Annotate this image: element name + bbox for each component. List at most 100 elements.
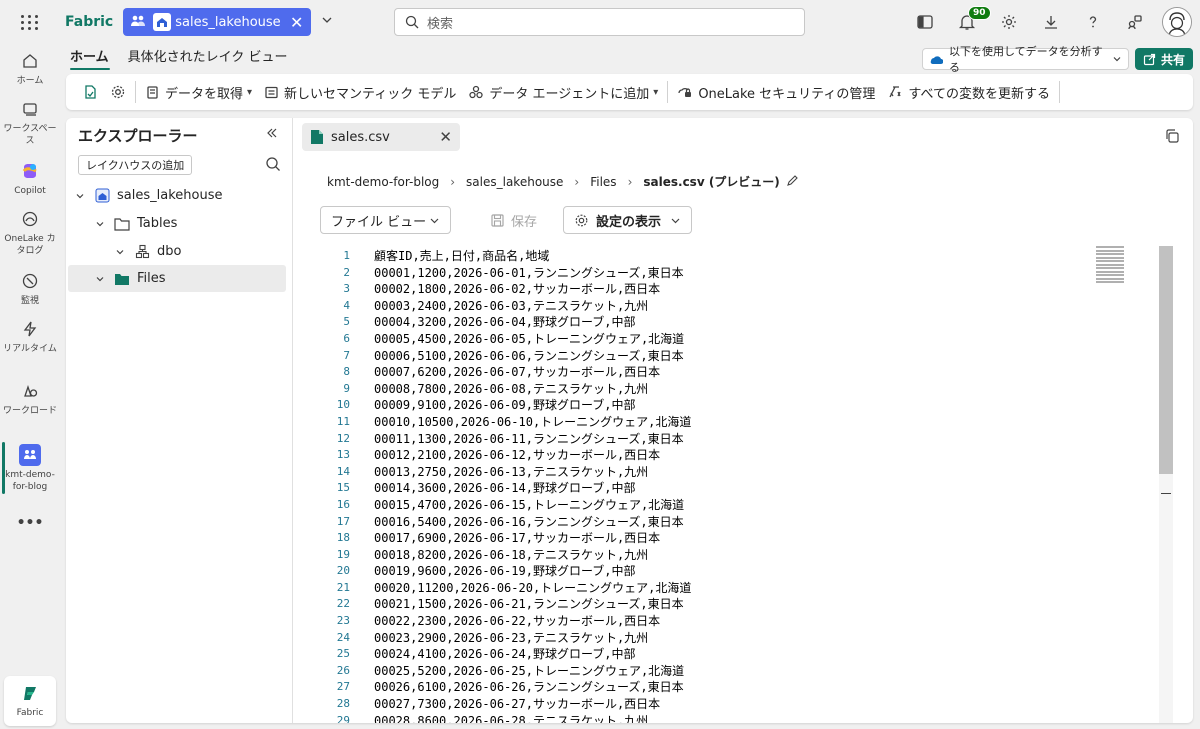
rail-item-onelake-catalog[interactable]: OneLake カタログ [0, 208, 60, 257]
rail-item-workspaces[interactable]: ワークスペース [0, 98, 60, 147]
line-text: 00027,7300,2026-06-27,サッカーボール,西日本 [374, 697, 661, 712]
line-number: 8 [343, 365, 350, 379]
tree-item-dbo[interactable]: dbo [68, 238, 286, 265]
share-feedback-icon[interactable] [1114, 0, 1156, 44]
code-line[interactable]: 29 00028,8600,2026-06-28,テニスラケット,九州 [328, 713, 1158, 723]
code-line[interactable]: 22 00021,1500,2026-06-21,ランニングシューズ,東日本 [328, 596, 1158, 613]
code-line[interactable]: 11 00010,10500,2026-06-10,トレーニングウェア,北海道 [328, 414, 1158, 431]
tab-materialized-lake-views[interactable]: 具体化されたレイク ビュー [124, 44, 293, 70]
chevron-down-icon[interactable] [114, 246, 126, 258]
avatar[interactable] [1162, 7, 1192, 37]
app-launcher-icon[interactable] [19, 11, 41, 33]
brand-name[interactable]: Fabric [65, 14, 113, 30]
rail-item-workloads[interactable]: ワークロード [0, 380, 60, 417]
line-text: 00007,6200,2026-06-07,サッカーボール,西日本 [374, 365, 661, 380]
rail-item-realtime[interactable]: リアルタイム [0, 318, 60, 355]
code-line[interactable]: 26 00025,5200,2026-06-25,トレーニングウェア,北海道 [328, 663, 1158, 680]
breadcrumb-item[interactable]: kmt-demo-for-blog [327, 175, 439, 189]
rail-item-monitor[interactable]: 監視 [0, 270, 60, 307]
pencil-icon[interactable] [786, 174, 799, 190]
code-line[interactable]: 23 00022,2300,2026-06-22,サッカーボール,西日本 [328, 613, 1158, 630]
save-button[interactable]: 保存 [490, 206, 537, 234]
code-editor[interactable]: 1 顧客ID,売上,日付,商品名,地域 2 00001,1200,2026-06-01… [328, 248, 1158, 723]
code-line[interactable]: 20 00019,9600,2026-06-19,野球グローブ,中部 [328, 563, 1158, 580]
code-line[interactable]: 24 00023,2900,2026-06-23,テニスラケット,九州 [328, 630, 1158, 647]
view-settings-dropdown[interactable]: 設定の表示 [563, 206, 692, 234]
code-line[interactable]: 15 00014,3600,2026-06-14,野球グローブ,中部 [328, 480, 1158, 497]
notifications-icon[interactable]: 90 [946, 0, 991, 44]
chevron-down-icon[interactable] [74, 190, 86, 202]
rail-item-copilot[interactable]: Copilot [0, 160, 60, 197]
analyze-data-dropdown[interactable]: 以下を使用してデータを分析する [922, 45, 1129, 74]
code-line[interactable]: 3 00002,1800,2026-06-02,サッカーボール,西日本 [328, 281, 1158, 298]
refresh-variables-button[interactable]: すべての変数を更新する [881, 78, 1056, 106]
line-number: 19 [336, 547, 350, 561]
chevron-down-icon[interactable] [94, 273, 106, 285]
add-to-data-agent-button[interactable]: データ エージェントに追加 ▾ [462, 78, 664, 106]
code-line[interactable]: 6 00005,4500,2026-06-05,トレーニングウェア,北海道 [328, 331, 1158, 348]
tree-item-files[interactable]: Files [68, 265, 286, 292]
close-icon[interactable]: ✕ [289, 13, 305, 32]
new-semantic-model-button[interactable]: 新しいセマンティック モデル [258, 78, 462, 106]
code-line[interactable]: 16 00015,4700,2026-06-15,トレーニングウェア,北海道 [328, 497, 1158, 514]
breadcrumb-item[interactable]: Files [590, 175, 616, 189]
code-line[interactable]: 27 00026,6100,2026-06-26,ランニングシューズ,東日本 [328, 679, 1158, 696]
minimap[interactable] [1096, 246, 1124, 284]
settings-icon[interactable] [988, 0, 1030, 44]
chevron-right-icon: › [574, 174, 580, 189]
tab-home[interactable]: ホーム [66, 44, 114, 70]
tab-sales-csv[interactable]: sales.csv ✕ [302, 123, 460, 151]
code-line[interactable]: 19 00018,8200,2026-06-18,テニスラケット,九州 [328, 547, 1158, 564]
data-agent-icon [469, 85, 484, 99]
tree-item-tables[interactable]: Tables [68, 210, 286, 237]
code-line[interactable]: 13 00012,2100,2026-06-12,サッカーボール,西日本 [328, 447, 1158, 464]
tree-item-label: Files [137, 271, 166, 286]
code-line[interactable]: 10 00009,9100,2026-06-09,野球グローブ,中部 [328, 397, 1158, 414]
search-input[interactable]: 検索 [394, 8, 805, 36]
fabric-switcher-button[interactable]: Fabric [4, 676, 56, 726]
code-line[interactable]: 21 00020,11200,2026-06-20,トレーニングウェア,北海道 [328, 580, 1158, 597]
collapse-pane-icon[interactable] [265, 126, 281, 142]
code-line[interactable]: 1 顧客ID,売上,日付,商品名,地域 [328, 248, 1158, 265]
tree-item-label: sales_lakehouse [117, 188, 223, 203]
download-icon[interactable] [1030, 0, 1072, 44]
help-icon[interactable] [1072, 0, 1114, 44]
workspace-pill[interactable]: sales_lakehouse ✕ [123, 8, 311, 36]
rail-more-button[interactable]: ••• [0, 514, 60, 530]
rail-item-workspace-current[interactable]: kmt-demo-for-blog [0, 444, 60, 493]
tree-item-sales-lakehouse[interactable]: sales_lakehouse [68, 182, 286, 209]
code-line[interactable]: 17 00016,5400,2026-06-16,ランニングシューズ,東日本 [328, 514, 1158, 531]
lakehouse-icon [153, 13, 172, 31]
search-icon[interactable] [265, 156, 283, 174]
close-icon[interactable]: ✕ [439, 128, 452, 146]
breadcrumb-item[interactable]: sales_lakehouse [466, 175, 563, 189]
code-line[interactable]: 8 00007,6200,2026-06-07,サッカーボール,西日本 [328, 364, 1158, 381]
code-line[interactable]: 18 00017,6900,2026-06-17,サッカーボール,西日本 [328, 530, 1158, 547]
folder-icon [114, 216, 130, 232]
code-line[interactable]: 25 00024,4100,2026-06-24,野球グローブ,中部 [328, 646, 1158, 663]
onelake-security-button[interactable]: OneLake セキュリティの管理 [671, 78, 881, 106]
onelake-security-label: OneLake セキュリティの管理 [698, 86, 876, 102]
code-line[interactable]: 4 00003,2400,2026-06-03,テニスラケット,九州 [328, 298, 1158, 315]
code-line[interactable]: 14 00013,2750,2026-06-13,テニスラケット,九州 [328, 464, 1158, 481]
code-line[interactable]: 2 00001,1200,2026-06-01,ランニングシューズ,東日本 [328, 265, 1158, 282]
minimap-line [1096, 260, 1124, 262]
copy-icon[interactable] [1164, 128, 1182, 146]
code-line[interactable]: 5 00004,3200,2026-06-04,野球グローブ,中部 [328, 314, 1158, 331]
chevron-down-icon[interactable] [94, 218, 106, 230]
new-item-button[interactable] [76, 78, 104, 106]
chevron-down-icon[interactable] [319, 14, 335, 30]
code-line[interactable]: 28 00027,7300,2026-06-27,サッカーボール,西日本 [328, 696, 1158, 713]
settings-button[interactable] [104, 78, 132, 106]
code-line[interactable]: 12 00011,1300,2026-06-11,ランニングシューズ,東日本 [328, 431, 1158, 448]
code-line[interactable]: 9 00008,7800,2026-06-08,テニスラケット,九州 [328, 381, 1158, 398]
add-lakehouse-button[interactable]: レイクハウスの追加 [78, 155, 193, 175]
chevron-right-icon: › [627, 174, 633, 189]
code-line[interactable]: 7 00006,5100,2026-06-06,ランニングシューズ,東日本 [328, 348, 1158, 365]
file-view-dropdown[interactable]: ファイル ビュー [320, 206, 451, 234]
scrollbar-thumb[interactable] [1159, 246, 1173, 474]
rail-item-home[interactable]: ホーム [0, 50, 60, 87]
share-button[interactable]: 共有 [1135, 48, 1193, 70]
get-data-button[interactable]: データを取得 ▾ [139, 78, 258, 106]
panel-toggle-icon[interactable] [904, 0, 946, 44]
